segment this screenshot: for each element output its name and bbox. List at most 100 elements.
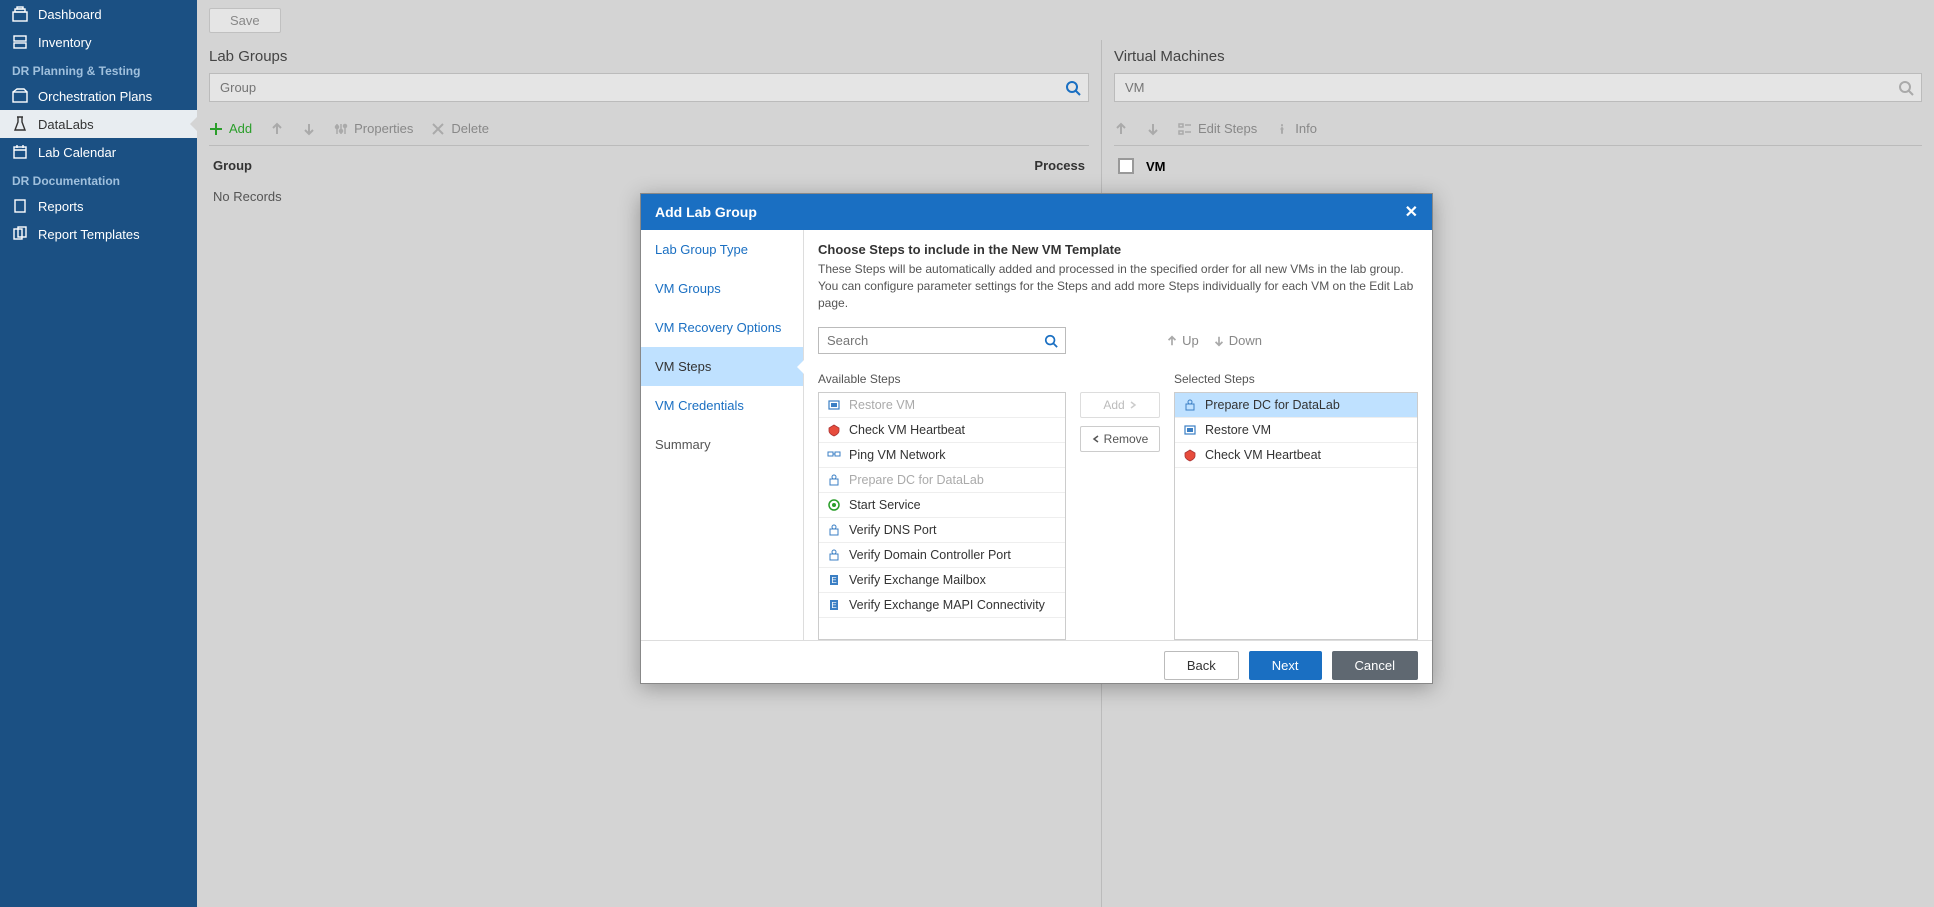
sidebar-item-label: Dashboard — [38, 7, 102, 22]
nav-vm-credentials[interactable]: VM Credentials — [641, 386, 803, 425]
modal-content: Choose Steps to include in the New VM Te… — [804, 230, 1432, 640]
col-vm: VM — [1146, 159, 1166, 174]
labgroups-search-input[interactable] — [210, 74, 1058, 101]
sidebar-item-dashboard[interactable]: Dashboard — [0, 0, 197, 28]
sidebar-section-documentation: DR Documentation — [0, 166, 197, 192]
delete-label: Delete — [451, 121, 489, 136]
step-label: Start Service — [849, 498, 921, 512]
step-icon — [827, 548, 841, 562]
info-button[interactable]: Info — [1275, 121, 1317, 136]
sidebar-item-inventory[interactable]: Inventory — [0, 28, 197, 56]
sidebar-item-label: Reports — [38, 199, 84, 214]
step-row[interactable]: Check VM Heartbeat — [819, 418, 1065, 443]
step-label: Verify Domain Controller Port — [849, 548, 1011, 562]
vms-table-header: VM — [1114, 146, 1922, 186]
step-row[interactable]: Prepare DC for DataLab — [819, 468, 1065, 493]
step-row[interactable]: EVerify Exchange Mailbox — [819, 568, 1065, 593]
vm-move-up-button[interactable] — [1114, 122, 1128, 136]
properties-button[interactable]: Properties — [334, 121, 413, 136]
add-step-button[interactable]: Add — [1080, 392, 1160, 418]
reports-icon — [12, 198, 28, 214]
cancel-button[interactable]: Cancel — [1332, 651, 1418, 680]
step-row[interactable]: Prepare DC for DataLab — [1175, 393, 1417, 418]
sidebar-item-reports[interactable]: Reports — [0, 192, 197, 220]
step-icon — [1183, 423, 1197, 437]
vms-search-input[interactable] — [1115, 74, 1891, 101]
sidebar-item-datalabs[interactable]: DataLabs — [0, 110, 197, 138]
vm-checkbox[interactable] — [1118, 158, 1134, 174]
dashboard-icon — [12, 6, 28, 22]
search-icon[interactable] — [1058, 74, 1088, 101]
edit-steps-button[interactable]: Edit Steps — [1178, 121, 1257, 136]
vms-title: Virtual Machines — [1114, 40, 1922, 73]
nav-summary[interactable]: Summary — [641, 425, 803, 464]
search-icon[interactable] — [1037, 328, 1065, 353]
close-icon[interactable]: ✕ — [1405, 202, 1418, 222]
add-label: Add — [229, 121, 252, 136]
modal-header: Add Lab Group ✕ — [641, 194, 1432, 230]
next-button[interactable]: Next — [1249, 651, 1322, 680]
vm-move-down-button[interactable] — [1146, 122, 1160, 136]
step-label: Check VM Heartbeat — [1205, 448, 1321, 462]
step-icon — [827, 473, 841, 487]
step-icon: E — [827, 598, 841, 612]
modal-nav: Lab Group Type VM Groups VM Recovery Opt… — [641, 230, 804, 640]
step-label: Restore VM — [849, 398, 915, 412]
back-button[interactable]: Back — [1164, 651, 1239, 680]
sidebar: Dashboard Inventory DR Planning & Testin… — [0, 0, 197, 907]
selected-steps-label: Selected Steps — [1174, 372, 1418, 386]
step-row[interactable]: Verify Domain Controller Port — [819, 543, 1065, 568]
available-steps-label: Available Steps — [818, 372, 1066, 386]
sidebar-item-orchestration[interactable]: Orchestration Plans — [0, 82, 197, 110]
sidebar-item-labcalendar[interactable]: Lab Calendar — [0, 138, 197, 166]
move-down-button[interactable] — [302, 122, 316, 136]
step-label: Prepare DC for DataLab — [1205, 398, 1340, 412]
selected-steps-list[interactable]: Prepare DC for DataLab Restore VM Check VM… — [1174, 392, 1418, 640]
modal-desc: These Steps will be automatically added … — [818, 261, 1418, 311]
step-row[interactable]: Restore VM — [1175, 418, 1417, 443]
remove-step-button[interactable]: Remove — [1080, 426, 1160, 452]
vms-toolbar: Edit Steps Info — [1114, 102, 1922, 146]
steps-search-input[interactable] — [819, 328, 1037, 353]
col-process: Process — [1034, 158, 1085, 173]
edit-steps-label: Edit Steps — [1198, 121, 1257, 136]
up-button[interactable]: Up — [1166, 333, 1199, 348]
delete-button[interactable]: Delete — [431, 121, 489, 136]
sidebar-section-planning: DR Planning & Testing — [0, 56, 197, 82]
step-icon — [1183, 448, 1197, 462]
search-icon[interactable] — [1891, 74, 1921, 101]
available-steps-list[interactable]: Restore VM Check VM Heartbeat Ping VM Netw… — [818, 392, 1066, 640]
properties-label: Properties — [354, 121, 413, 136]
sidebar-item-report-templates[interactable]: Report Templates — [0, 220, 197, 248]
nav-lab-group-type[interactable]: Lab Group Type — [641, 230, 803, 269]
info-label: Info — [1295, 121, 1317, 136]
nav-vm-groups[interactable]: VM Groups — [641, 269, 803, 308]
vms-search[interactable] — [1114, 73, 1922, 102]
labgroups-title: Lab Groups — [209, 40, 1089, 73]
step-row[interactable]: EVerify Exchange MAPI Connectivity — [819, 593, 1065, 618]
step-row[interactable]: Check VM Heartbeat — [1175, 443, 1417, 468]
sidebar-item-label: Lab Calendar — [38, 145, 116, 160]
step-row[interactable]: Verify DNS Port — [819, 518, 1065, 543]
step-icon — [827, 498, 841, 512]
step-row[interactable]: Ping VM Network — [819, 443, 1065, 468]
step-label: Ping VM Network — [849, 448, 946, 462]
nav-vm-steps[interactable]: VM Steps — [641, 347, 803, 386]
labgroups-search[interactable] — [209, 73, 1089, 102]
nav-vm-recovery[interactable]: VM Recovery Options — [641, 308, 803, 347]
step-icon — [827, 398, 841, 412]
orchestration-icon — [12, 88, 28, 104]
modal-heading: Choose Steps to include in the New VM Te… — [818, 242, 1418, 257]
add-button[interactable]: Add — [209, 121, 252, 136]
save-button[interactable]: Save — [209, 8, 281, 33]
step-row[interactable]: Start Service — [819, 493, 1065, 518]
steps-search[interactable] — [818, 327, 1066, 354]
labgroups-toolbar: Add Properties Delete — [209, 102, 1089, 146]
step-icon — [1183, 398, 1197, 412]
down-button[interactable]: Down — [1213, 333, 1262, 348]
sidebar-item-label: Orchestration Plans — [38, 89, 152, 104]
step-row[interactable]: Restore VM — [819, 393, 1065, 418]
report-templates-icon — [12, 226, 28, 242]
move-up-button[interactable] — [270, 122, 284, 136]
step-label: Check VM Heartbeat — [849, 423, 965, 437]
